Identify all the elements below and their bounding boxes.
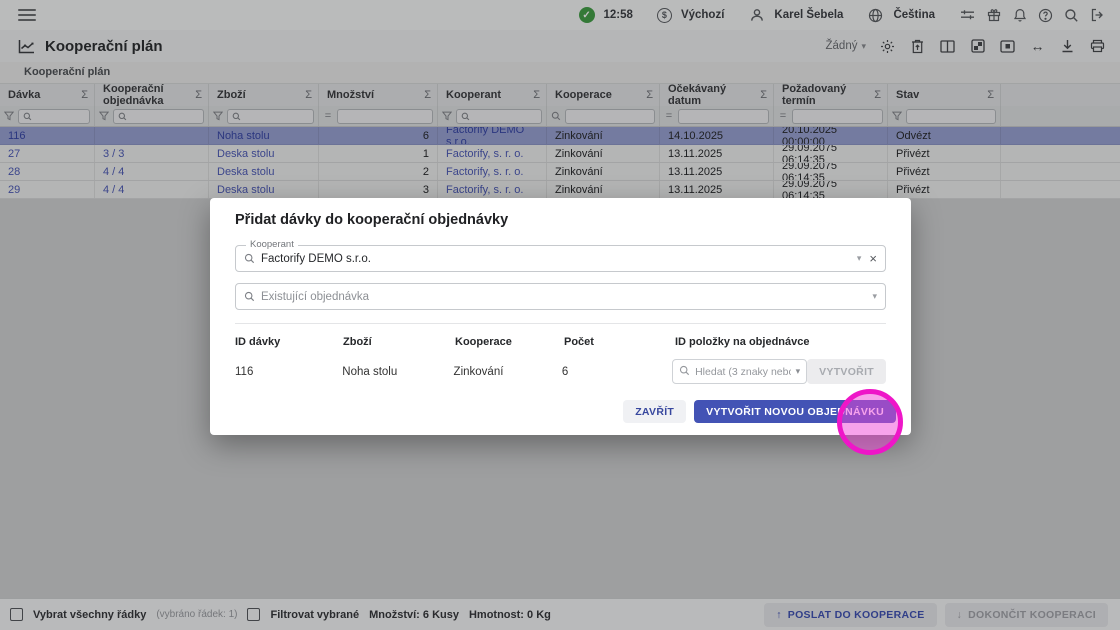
existing-order-placeholder: Existující objednávka [261,291,866,303]
dialog-cell-kooperace: Zinkování [454,366,562,378]
divider [235,323,886,324]
dialog-cell-zbozi: Noha stolu [342,366,453,378]
close-button[interactable]: ZAVŘÍT [623,400,686,423]
create-button[interactable]: VYTVOŘIT [807,359,886,384]
existing-order-select[interactable]: Existující objednávka ▾ [235,283,886,310]
kooperant-field-value: Factorify DEMO s.r.o. [261,253,851,265]
dialog-batch-table: ID dávky Zboží Kooperace Počet ID položk… [235,334,886,384]
clear-icon[interactable]: × [867,251,877,266]
add-batches-dialog: Přidat dávky do kooperační objednávky Ko… [210,198,911,435]
search-icon [244,291,255,302]
order-item-search-select[interactable]: Hledat (3 znaky nebo více) ▾ [672,359,807,384]
dialog-cell-id: 116 [235,366,342,378]
search-icon [679,365,690,379]
kooperant-select[interactable]: Kooperant Factorify DEMO s.r.o. ▾ × [235,245,886,272]
app-window: ✓ 12:58 $ Výchozí Karel Šebela Čeština [0,0,1120,630]
chevron-down-icon[interactable]: ▾ [857,253,862,264]
dialog-title: Přidat dávky do kooperační objednávky [225,212,896,228]
dialog-col-kooperace: Kooperace [455,336,564,348]
chevron-down-icon[interactable]: ▾ [872,291,877,302]
kooperant-field-label: Kooperant [246,239,298,250]
dialog-col-zbozi: Zboží [343,336,455,348]
dialog-col-pocet: Počet [564,336,675,348]
create-new-order-button[interactable]: VYTVOŘIT NOVOU OBJEDNÁVKU [694,400,896,423]
dialog-batch-row: 116 Noha stolu Zinkování 6 Hledat (3 zna… [235,359,886,384]
dialog-col-id-polozky: ID položky na objednávce [675,336,886,348]
dialog-col-id-davky: ID dávky [235,336,343,348]
dialog-cell-pocet: 6 [562,366,672,378]
order-item-search-placeholder: Hledat (3 znaky nebo více) [695,366,790,378]
chevron-down-icon: ▾ [796,366,801,377]
search-icon [244,253,255,264]
